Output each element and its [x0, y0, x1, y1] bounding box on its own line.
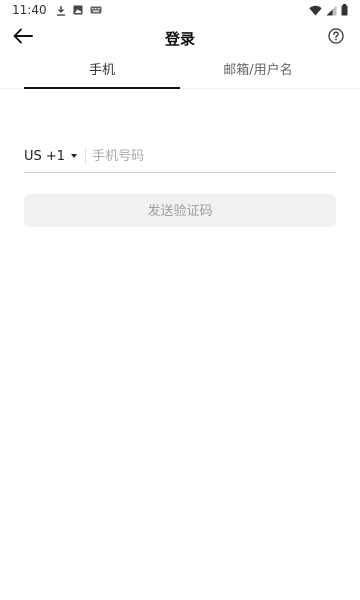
signal-icon [326, 5, 337, 16]
caret-down-icon [71, 154, 78, 158]
download-icon [56, 5, 66, 16]
header: 登录 [0, 20, 360, 56]
help-circle-icon [328, 28, 344, 48]
status-time: 11:40 [12, 3, 47, 17]
photo-icon [73, 5, 83, 15]
send-code-button[interactable]: 发送验证码 [24, 194, 336, 227]
phone-number-input[interactable] [92, 148, 336, 164]
keyboard-icon [90, 6, 102, 14]
divider [85, 147, 87, 165]
country-code-label: US +1 [24, 148, 66, 164]
login-tabs: 手机 邮箱/用户名 [0, 58, 360, 89]
tab-phone[interactable]: 手机 [24, 58, 180, 89]
status-left: 11:40 [12, 3, 102, 17]
country-code-selector[interactable]: US +1 [24, 146, 83, 166]
wifi-icon [309, 5, 322, 16]
tab-email-username[interactable]: 邮箱/用户名 [180, 58, 336, 88]
help-button[interactable] [324, 26, 348, 50]
page-title: 登录 [164, 30, 195, 48]
phone-input-row: US +1 [24, 140, 336, 173]
battery-icon [341, 4, 348, 16]
status-right [309, 4, 348, 16]
status-bar: 11:40 [0, 0, 360, 20]
